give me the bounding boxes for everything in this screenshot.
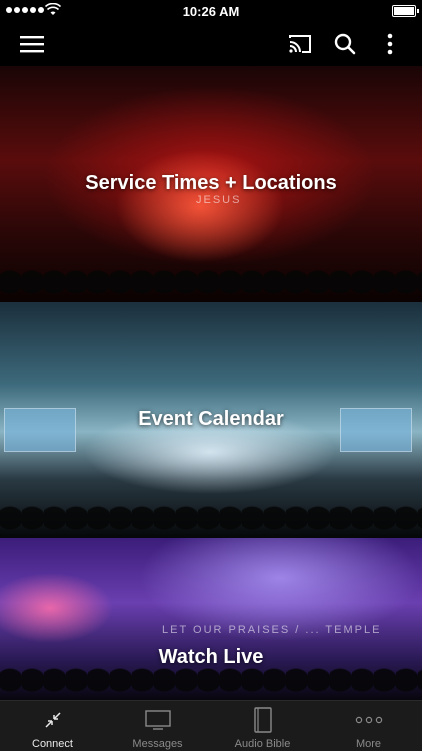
- crowd-silhouette: [0, 478, 422, 538]
- tab-label: More: [355, 738, 382, 750]
- overflow-menu-button[interactable]: [376, 30, 404, 58]
- stage-screen-text: LET OUR PRAISES / ... TEMPLE: [162, 624, 382, 636]
- tab-messages[interactable]: Messages: [105, 701, 210, 751]
- search-button[interactable]: [331, 30, 359, 58]
- more-dots-icon: [355, 716, 382, 724]
- status-time: 10:26 AM: [182, 4, 240, 19]
- cast-button[interactable]: [286, 30, 314, 58]
- crowd-silhouette: [0, 242, 422, 302]
- search-icon: [334, 33, 356, 55]
- watch-live-tile[interactable]: LET OUR PRAISES / ... TEMPLE Watch Live: [0, 538, 422, 700]
- tile-title: Service Times + Locations: [85, 172, 337, 194]
- nav-bar: [0, 22, 422, 66]
- tab-label: Audio Bible: [234, 738, 291, 750]
- service-times-tile[interactable]: JESUS Service Times + Locations: [0, 66, 422, 302]
- cast-icon: [289, 35, 311, 53]
- tile-title: Watch Live: [158, 646, 264, 668]
- tab-label: Messages: [132, 738, 183, 750]
- menu-button[interactable]: [18, 30, 46, 58]
- tab-connect[interactable]: Connect: [0, 701, 105, 751]
- connect-icon: [44, 712, 61, 728]
- book-icon: [253, 707, 272, 733]
- tab-more[interactable]: More: [316, 701, 421, 751]
- tab-audio-bible[interactable]: Audio Bible: [210, 701, 315, 751]
- vertical-dots-icon: [387, 33, 393, 55]
- status-bar: 10:26 AM: [0, 0, 422, 22]
- tab-bar: Connect Messages Audio Bible More: [0, 700, 422, 751]
- tile-title: Event Calendar: [138, 408, 284, 430]
- battery-icon: [392, 5, 419, 17]
- event-calendar-tile[interactable]: Event Calendar: [0, 302, 422, 538]
- hamburger-icon: [20, 36, 44, 53]
- tab-label: Connect: [32, 738, 73, 750]
- stage-screen-text: JESUS: [196, 194, 242, 206]
- tv-icon: [144, 710, 171, 730]
